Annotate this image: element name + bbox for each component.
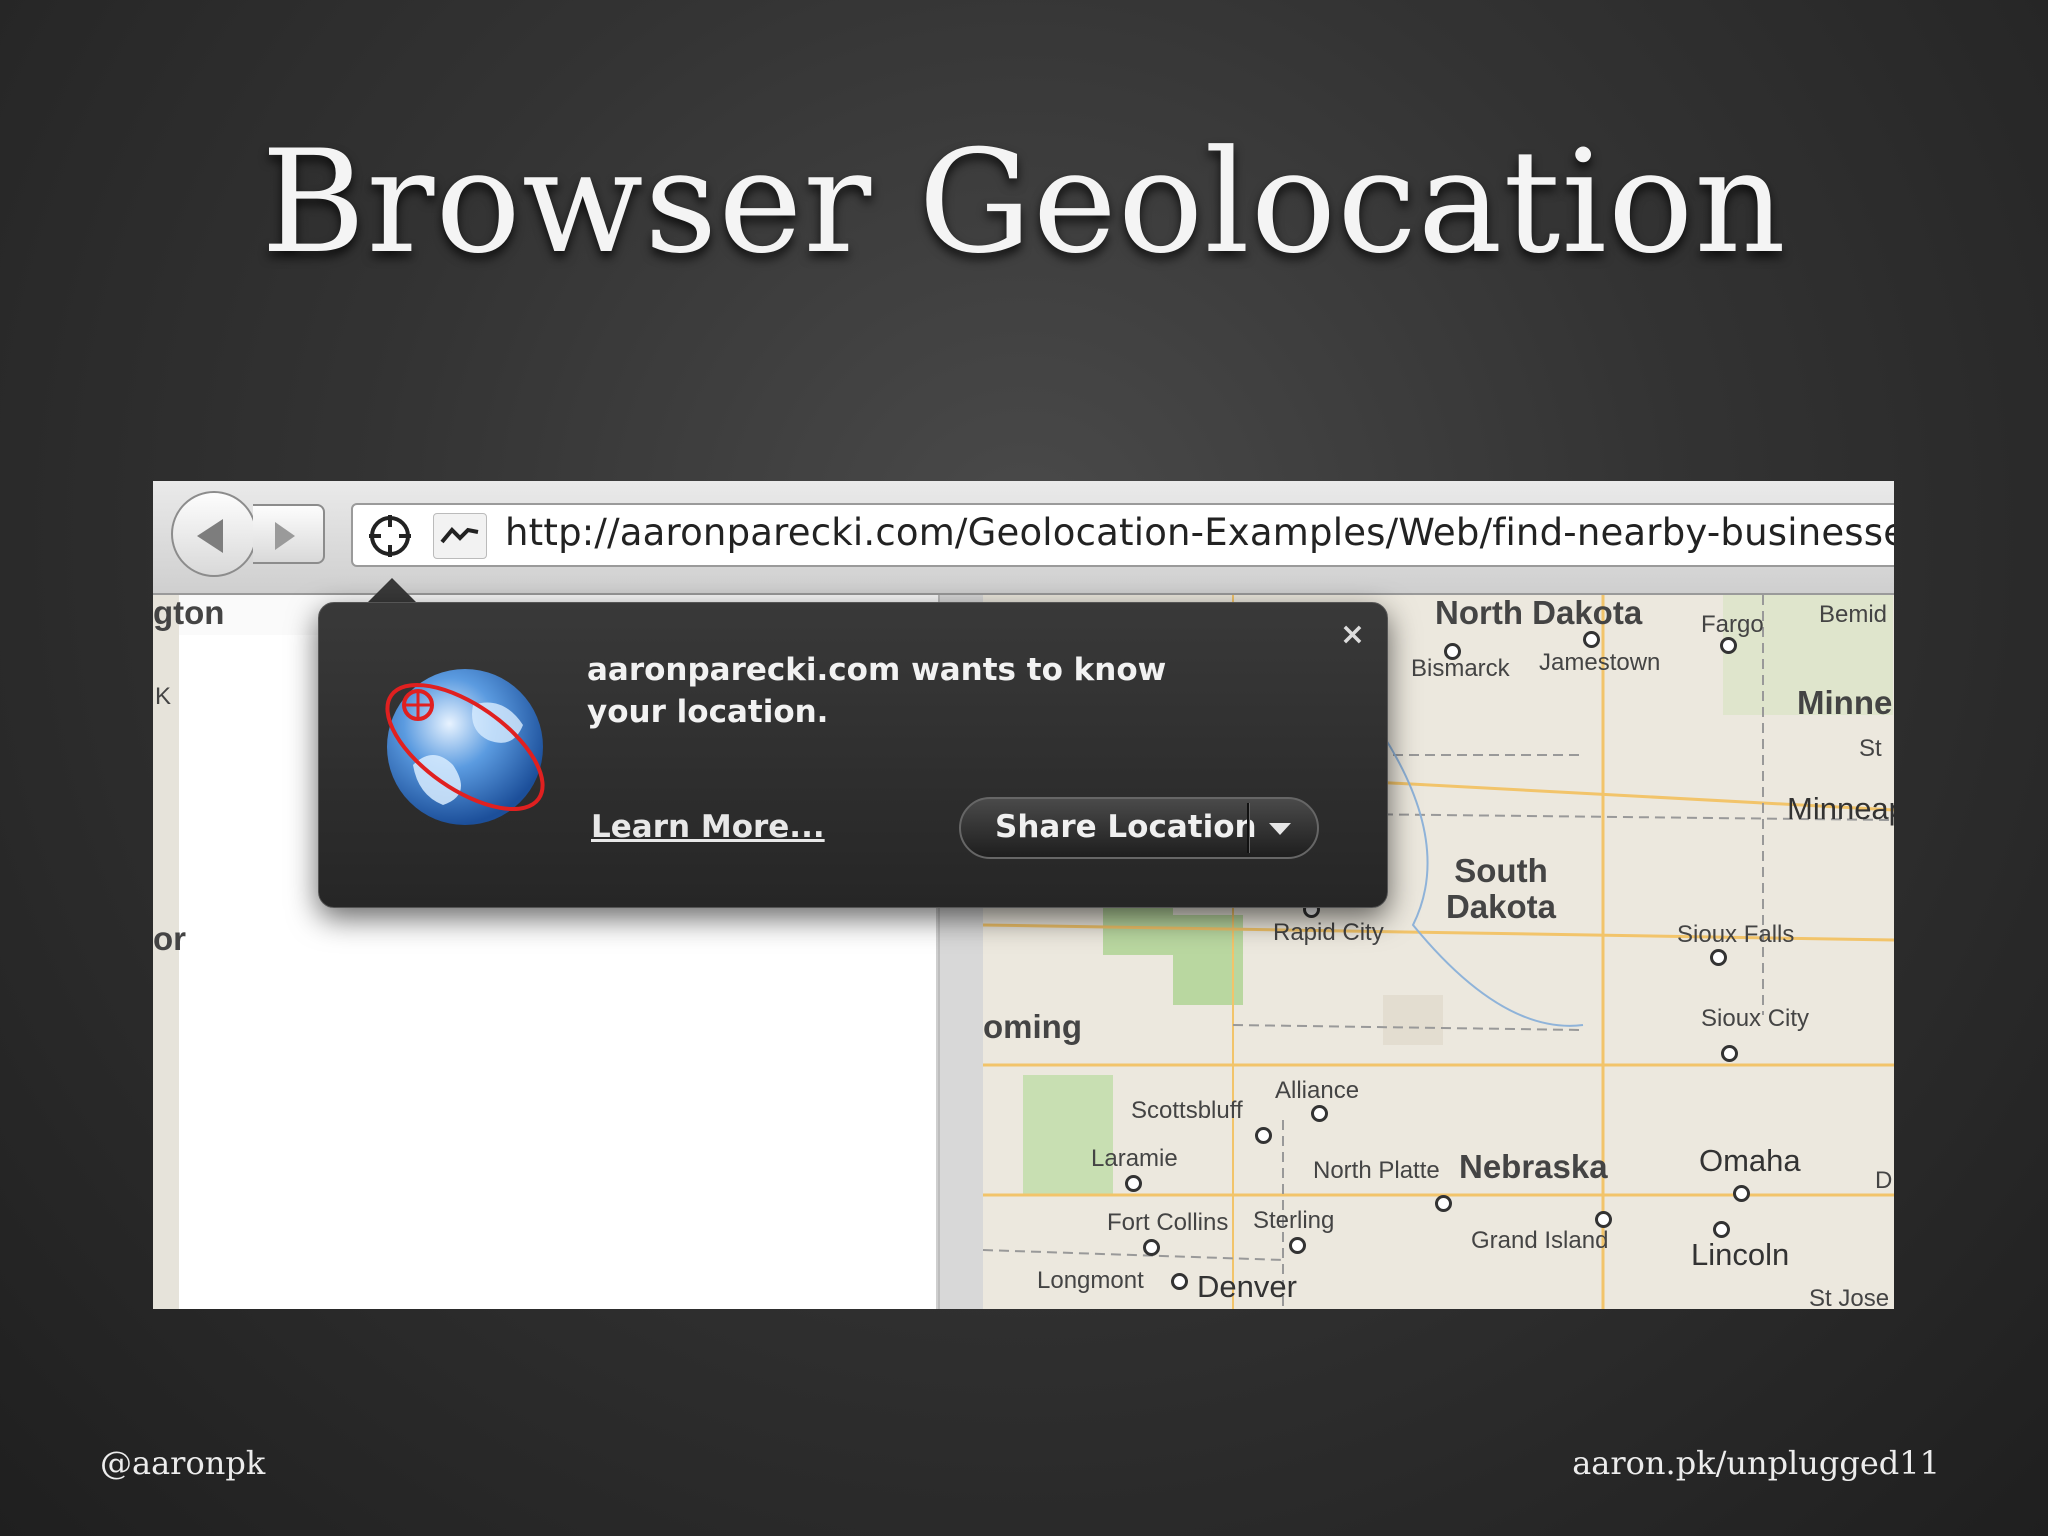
- city-marker: [1171, 1273, 1188, 1290]
- city-label: Jamestown: [1539, 649, 1661, 676]
- city-label: Sterling: [1253, 1207, 1335, 1234]
- city-marker: [1710, 949, 1727, 966]
- favicon-icon: [440, 527, 479, 544]
- city-label: Alliance: [1275, 1077, 1360, 1104]
- map-label: K: [155, 683, 172, 710]
- city-label: Scottsbluff: [1131, 1097, 1243, 1124]
- city-marker: [1595, 1211, 1612, 1228]
- state-label: oming: [983, 1008, 1082, 1045]
- city-label: St: [1859, 735, 1882, 762]
- city-marker: [1255, 1127, 1272, 1144]
- popup-message: aaronparecki.com wants to know your loca…: [587, 652, 1167, 730]
- city-label: Sioux City: [1701, 1005, 1810, 1032]
- footer-handle: @aaronpk: [100, 1444, 266, 1482]
- globe-icon: [385, 669, 545, 825]
- city-label: Longmont: [1037, 1267, 1144, 1294]
- geolocation-permission-popup: aaronparecki.com wants to know your loca…: [318, 602, 1388, 908]
- location-crosshair-icon[interactable]: [365, 511, 415, 561]
- city-label: Rapid City: [1273, 919, 1384, 946]
- city-marker: [1444, 643, 1461, 660]
- address-bar[interactable]: http://aaronparecki.com/Geolocation-Exam…: [351, 503, 1894, 567]
- forward-button[interactable]: [253, 504, 325, 564]
- city-marker: [1713, 1221, 1730, 1238]
- city-label: Lincoln: [1691, 1237, 1790, 1272]
- learn-more-link[interactable]: Learn More...: [591, 809, 825, 845]
- map-label: or: [153, 920, 186, 957]
- state-label: Minne: [1797, 684, 1893, 721]
- city-marker: [1720, 637, 1737, 654]
- button-separator: [1247, 803, 1250, 853]
- city-label: Sioux Falls: [1677, 921, 1795, 948]
- share-location-label: Share Location: [995, 809, 1257, 845]
- state-label: South Dakota: [1445, 852, 1557, 925]
- city-marker: [1125, 1175, 1142, 1192]
- forward-arrow-icon: [275, 522, 295, 550]
- back-arrow-icon: [197, 519, 223, 553]
- city-label: Bemid: [1819, 601, 1888, 628]
- city-label: Bismarck: [1411, 655, 1510, 682]
- popup-pointer: [366, 578, 418, 604]
- city-marker: [1733, 1185, 1750, 1202]
- map-label: gton: [153, 594, 225, 631]
- url-text[interactable]: http://aaronparecki.com/Geolocation-Exam…: [505, 511, 1894, 554]
- city-label: D: [1875, 1167, 1893, 1194]
- share-location-button[interactable]: Share Location: [959, 797, 1319, 859]
- city-marker: [1435, 1195, 1452, 1212]
- site-favicon: [433, 513, 487, 559]
- slide-title: Browser Geolocation: [261, 120, 1787, 285]
- city-label: Minneap: [1787, 791, 1894, 826]
- footer-url: aaron.pk/unplugged11: [1572, 1444, 1940, 1482]
- city-marker: [1583, 631, 1600, 648]
- city-marker: [1721, 1045, 1738, 1062]
- back-button[interactable]: [171, 491, 257, 577]
- dropdown-arrow-icon[interactable]: [1267, 819, 1293, 839]
- city-label: St Jose: [1809, 1285, 1890, 1309]
- city-label: Omaha: [1699, 1143, 1801, 1178]
- city-label: Laramie: [1091, 1145, 1178, 1172]
- close-icon[interactable]: ×: [1340, 617, 1365, 652]
- city-marker: [1311, 1105, 1328, 1122]
- city-label: Denver: [1197, 1269, 1297, 1304]
- city-marker: [1143, 1239, 1160, 1256]
- city-label: North Platte: [1313, 1157, 1440, 1184]
- city-marker: [1289, 1237, 1306, 1254]
- state-label: Nebraska: [1459, 1148, 1608, 1185]
- state-label: North Dakota: [1435, 594, 1643, 631]
- city-label: Grand Island: [1471, 1227, 1609, 1254]
- city-label: Fargo: [1701, 611, 1764, 638]
- city-label: Fort Collins: [1107, 1209, 1229, 1236]
